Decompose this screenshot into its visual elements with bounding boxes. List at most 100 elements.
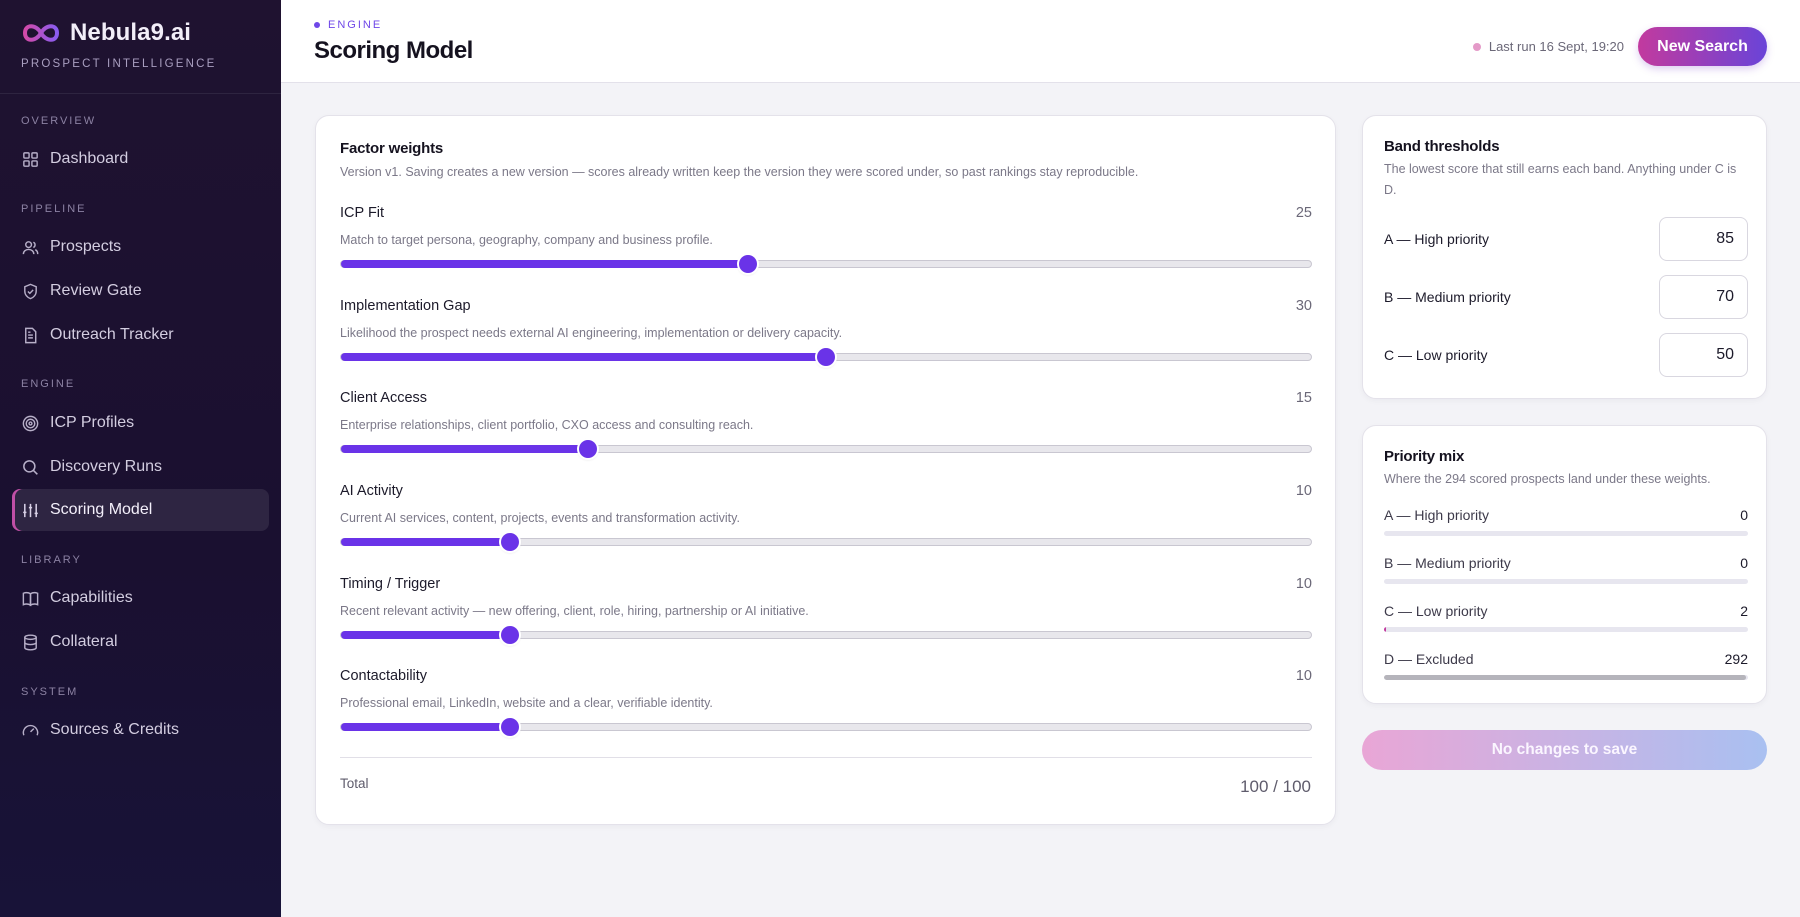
factor-description: Professional email, LinkedIn, website an… (340, 696, 713, 710)
sidebar-item-collateral[interactable]: Collateral (12, 621, 269, 663)
sidebar-item-scoring-model[interactable]: Scoring Model (12, 489, 269, 531)
mix-count: 2 (1740, 603, 1748, 619)
shield-check-icon (24, 283, 37, 299)
band-thresholds-description: The lowest score that still earns each b… (1384, 162, 1737, 197)
mix-count: 0 (1740, 507, 1748, 523)
sidebar-item-icp-profiles[interactable]: ICP Profiles (12, 402, 269, 444)
gauge-icon (22, 724, 39, 736)
mix-bar (1384, 675, 1748, 680)
band-b-threshold-input[interactable] (1659, 275, 1748, 319)
band-a-threshold-input[interactable] (1659, 217, 1748, 261)
sidebar-item-sources-credits[interactable]: Sources & Credits (12, 709, 269, 751)
topbar: ENGINE Scoring Model Last run 16 Sept, 1… (281, 0, 1800, 83)
slider-thumb[interactable] (739, 255, 758, 273)
sidebar-item-review-gate[interactable]: Review Gate (12, 270, 269, 312)
priority-mix-row: D — Excluded 292 (1384, 651, 1748, 685)
slider-fill (341, 353, 826, 361)
nav-section-library: LIBRARY (21, 554, 82, 566)
band-row-c: C — Low priority (1384, 333, 1748, 377)
mix-bar-fill (1384, 675, 1746, 680)
factor-weight-slider[interactable] (340, 626, 1312, 644)
sidebar-item-prospects[interactable]: Prospects (12, 226, 269, 268)
factor-name: ICP Fit (340, 205, 385, 221)
slider-thumb[interactable] (500, 626, 519, 644)
factor-value: 30 (1295, 298, 1312, 314)
new-search-button[interactable]: New Search (1638, 27, 1767, 66)
factor-weight-slider[interactable] (340, 255, 1312, 273)
priority-mix-description: Where the 294 scored prospects land unde… (1384, 472, 1711, 486)
database-icon (24, 633, 37, 651)
mix-label: D — Excluded (1384, 651, 1474, 667)
slider-fill (341, 260, 749, 268)
band-label: B — Medium priority (1384, 289, 1511, 305)
brand: Nebula9.ai PROSPECT INTELLIGENCE (0, 0, 281, 94)
nav-section-engine: ENGINE (21, 378, 76, 390)
sidebar-item-dashboard[interactable]: Dashboard (12, 138, 269, 180)
factor-row: Implementation Gap 30 Likelihood the pro… (340, 298, 1312, 378)
search-icon (23, 459, 38, 475)
factor-weight-slider[interactable] (340, 718, 1312, 736)
total-label: Total (340, 776, 369, 791)
slider-thumb[interactable] (817, 348, 835, 366)
slider-thumb[interactable] (579, 440, 598, 458)
factor-value: 10 (1295, 576, 1312, 592)
sidebar-item-discovery-runs[interactable]: Discovery Runs (12, 446, 269, 488)
sidebar-item-label: Collateral (50, 633, 118, 650)
slider-fill (341, 538, 510, 546)
factor-value: 15 (1295, 390, 1312, 406)
sidebar-item-outreach-tracker[interactable]: Outreach Tracker (12, 314, 269, 356)
factor-row: Client Access 15 Enterprise relationship… (340, 390, 1312, 470)
slider-fill (341, 723, 510, 731)
document-icon (25, 327, 37, 343)
sidebar-item-label: Capabilities (50, 589, 133, 606)
band-row-b: B — Medium priority (1384, 275, 1748, 319)
sidebar-item-label: Discovery Runs (50, 458, 163, 475)
mix-bar-fill (1384, 627, 1387, 632)
slider-fill (341, 445, 589, 453)
sidebar-item-capabilities[interactable]: Capabilities (12, 577, 269, 619)
sidebar-item-label: Review Gate (50, 282, 142, 299)
factor-row: ICP Fit 25 Match to target persona, geog… (340, 205, 1312, 285)
factor-row: Contactability 10 Professional email, Li… (340, 668, 1312, 748)
status-dot (1472, 42, 1481, 51)
infinity-logo-icon (22, 24, 60, 42)
sliders-icon (23, 503, 38, 517)
band-c-threshold-input[interactable] (1659, 333, 1748, 377)
band-label: A — High priority (1384, 231, 1490, 247)
priority-mix-row: B — Medium priority 0 (1384, 555, 1748, 589)
book-icon (22, 591, 39, 606)
nav-section-system: SYSTEM (21, 686, 79, 698)
total-value: 100 / 100 (1240, 777, 1311, 796)
slider-thumb[interactable] (500, 718, 519, 736)
page-title: Scoring Model (314, 37, 473, 64)
factor-name: Contactability (340, 668, 428, 684)
mix-bar (1384, 579, 1748, 584)
save-changes-button[interactable]: No changes to save (1362, 730, 1767, 770)
factor-weight-slider[interactable] (340, 533, 1312, 551)
factor-value: 10 (1295, 483, 1312, 499)
grid-icon (23, 151, 38, 167)
factor-weight-slider[interactable] (340, 348, 1312, 366)
band-row-a: A — High priority (1384, 217, 1748, 261)
factor-weight-slider[interactable] (340, 440, 1312, 458)
sidebar-item-label: Prospects (50, 238, 122, 255)
factor-weights-title: Factor weights (340, 140, 444, 157)
factor-name: Client Access (340, 390, 428, 406)
mix-bar (1384, 531, 1748, 536)
sidebar-item-label: Dashboard (50, 150, 129, 167)
sidebar: Nebula9.ai PROSPECT INTELLIGENCE OVERVIE… (0, 0, 281, 917)
factor-description: Current AI services, content, projects, … (340, 511, 740, 525)
breadcrumb: ENGINE (314, 19, 382, 31)
mix-label: B — Medium priority (1384, 555, 1511, 571)
sidebar-item-label: Scoring Model (50, 501, 153, 518)
mix-bar (1384, 627, 1748, 632)
brand-subtitle: PROSPECT INTELLIGENCE (21, 58, 217, 70)
factor-name: Timing / Trigger (340, 576, 441, 592)
factor-value: 25 (1295, 205, 1312, 221)
divider (340, 757, 1312, 758)
users-icon (22, 240, 39, 254)
slider-thumb[interactable] (500, 533, 519, 551)
factor-value: 10 (1295, 668, 1312, 684)
priority-mix-title: Priority mix (1384, 448, 1465, 465)
band-thresholds-title: Band thresholds (1384, 138, 1500, 155)
